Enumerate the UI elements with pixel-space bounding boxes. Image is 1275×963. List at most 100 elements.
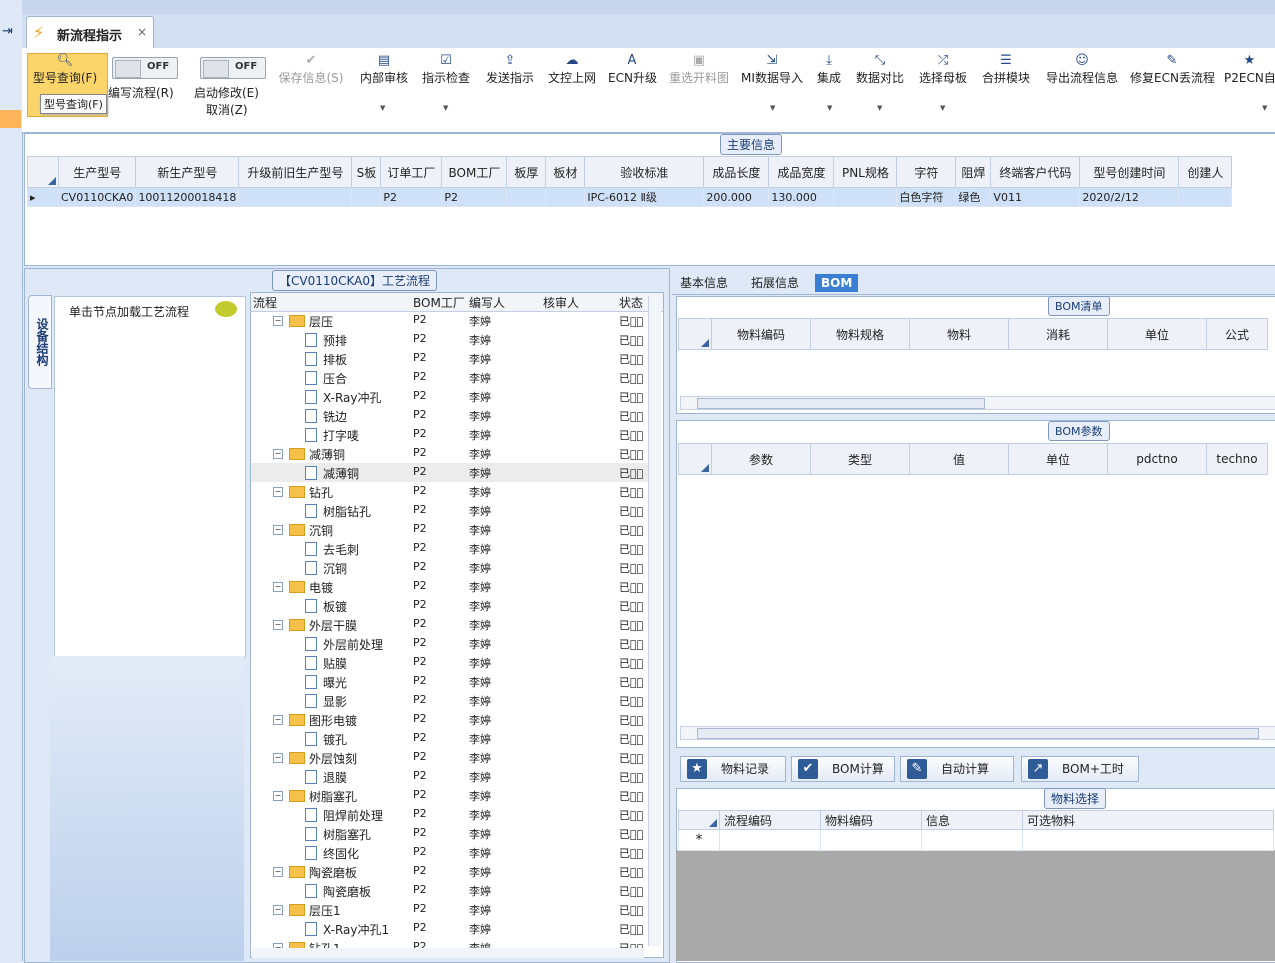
main-grid-header[interactable]: 板材 bbox=[545, 156, 586, 188]
grid-cell[interactable] bbox=[921, 829, 1023, 851]
main-grid-cell[interactable]: P2 bbox=[380, 187, 443, 207]
scroll-thumb[interactable] bbox=[697, 728, 1259, 739]
collapse-icon[interactable]: − bbox=[273, 582, 283, 592]
tree-row[interactable]: − 钻孔 P2 李婷 已编ͯ bbox=[251, 482, 651, 501]
main-grid-cell[interactable] bbox=[238, 187, 353, 207]
tree-row[interactable]: 预排 P2 李婷 已编ͯ bbox=[251, 330, 651, 349]
select-master-button[interactable]: ⤮ 选择母板 bbox=[916, 50, 970, 108]
start-edit-toggle[interactable]: OFF bbox=[200, 57, 266, 79]
main-grid-header[interactable]: S板 bbox=[351, 156, 382, 188]
tree-row[interactable]: 曝光 P2 李婷 已编ͯ bbox=[251, 672, 651, 691]
main-grid-cell[interactable]: 130.000 bbox=[768, 187, 835, 207]
tree-row[interactable]: − 层压1 P2 李婷 已编ͯ bbox=[251, 900, 651, 919]
main-grid-header[interactable]: 创建人 bbox=[1178, 156, 1233, 188]
grid-cell[interactable] bbox=[1022, 829, 1274, 851]
tree-row[interactable]: − 电镀 P2 李婷 已编ͯ bbox=[251, 577, 651, 596]
merge-module-button[interactable]: ☰ 合拼模块 bbox=[980, 50, 1032, 108]
grid-header[interactable]: 物料规格 bbox=[810, 318, 910, 350]
main-grid-cell[interactable]: V011 bbox=[990, 187, 1081, 207]
bom-calc-button[interactable]: ✔ BOM计算 bbox=[791, 756, 895, 782]
tree-row[interactable]: X-Ray冲孔1 P2 李婷 已编ͯ bbox=[251, 919, 651, 938]
internal-review-button[interactable]: ▤ 内部审核 bbox=[358, 50, 410, 108]
tree-vertical-scrollbar[interactable] bbox=[648, 296, 661, 946]
save-info-button[interactable]: ✔ 保存信息(S) bbox=[276, 50, 346, 108]
cancel-label[interactable]: 取消(Z) bbox=[206, 101, 248, 118]
main-grid-header[interactable]: 型号创建时间 bbox=[1079, 156, 1180, 188]
main-grid-cell[interactable] bbox=[506, 187, 547, 207]
tree-row[interactable]: − 减薄铜 P2 李婷 已编ͯ bbox=[251, 444, 651, 463]
tree-row[interactable]: 陶瓷磨板 P2 李婷 已编ͯ bbox=[251, 881, 651, 900]
tree-row[interactable]: − 沉铜 P2 李婷 已编ͯ bbox=[251, 520, 651, 539]
tree-row[interactable]: 镀孔 P2 李婷 已编ͯ bbox=[251, 729, 651, 748]
tree-row[interactable]: 退膜 P2 李婷 已编ͯ bbox=[251, 767, 651, 786]
main-grid-header[interactable]: 订单工厂 bbox=[380, 156, 443, 188]
main-grid-header[interactable]: 终端客户代码 bbox=[990, 156, 1081, 188]
main-grid-header[interactable]: PNL规格 bbox=[833, 156, 898, 188]
main-grid-cell[interactable]: CV0110CKA0 bbox=[57, 187, 137, 207]
tab-basic-info[interactable]: 基本信息 bbox=[674, 274, 734, 292]
tree-row[interactable]: 板镀 P2 李婷 已编ͯ bbox=[251, 596, 651, 615]
tree-row[interactable]: 去毛刺 P2 李婷 已编ͯ bbox=[251, 539, 651, 558]
data-compare-button[interactable]: ⤡ 数据对比 bbox=[854, 50, 906, 108]
chevron-down-icon[interactable]: ▼ bbox=[770, 104, 775, 112]
tree-row[interactable]: 沉铜 P2 李婷 已编ͯ bbox=[251, 558, 651, 577]
grid-cell[interactable] bbox=[820, 829, 922, 851]
grid-corner[interactable] bbox=[27, 156, 59, 188]
tree-row[interactable]: − 树脂塞孔 P2 李婷 已编ͯ bbox=[251, 786, 651, 805]
grid-corner[interactable] bbox=[678, 318, 712, 350]
reselect-drawing-button[interactable]: ▣ 重选开料图 bbox=[666, 50, 732, 108]
tree-row[interactable]: 显影 P2 李婷 已编ͯ bbox=[251, 691, 651, 710]
send-indicator-button[interactable]: ⇪ 发送指示 bbox=[484, 50, 536, 108]
main-grid-cell[interactable]: 10011200018418 bbox=[135, 187, 240, 207]
chevron-down-icon[interactable]: ▼ bbox=[827, 104, 832, 112]
export-flow-button[interactable]: ☺ 导出流程信息 bbox=[1044, 50, 1120, 108]
tab-new-flow-indicator[interactable]: ⚡ 新流程指示 × bbox=[26, 16, 154, 49]
main-grid-cell[interactable]: 2020/2/12 bbox=[1079, 187, 1180, 207]
grid-header[interactable]: 物料编码 bbox=[711, 318, 811, 350]
grid-header[interactable]: 可选物料 bbox=[1022, 810, 1274, 830]
main-grid-cell[interactable]: 白色字符 bbox=[896, 187, 957, 207]
tree-row[interactable]: 铣边 P2 李婷 已编ͯ bbox=[251, 406, 651, 425]
tree-row[interactable]: − 陶瓷磨板 P2 李婷 已编ͯ bbox=[251, 862, 651, 881]
main-grid-header[interactable]: 验收标准 bbox=[584, 156, 705, 188]
tree-row[interactable]: 阻焊前处理 P2 李婷 已编ͯ bbox=[251, 805, 651, 824]
chevron-down-icon[interactable]: ▼ bbox=[940, 104, 945, 112]
main-grid-header[interactable]: 新生产型号 bbox=[135, 156, 240, 188]
grid-header[interactable]: 值 bbox=[909, 443, 1009, 475]
grid-header[interactable]: 消耗 bbox=[1008, 318, 1108, 350]
write-flow-label[interactable]: 编写流程(R) bbox=[108, 84, 174, 101]
bom-hours-button[interactable]: ↗ BOM+工时 bbox=[1021, 756, 1139, 782]
tree-row[interactable]: 终固化 P2 李婷 已编ͯ bbox=[251, 843, 651, 862]
tab-bom[interactable]: BOM bbox=[815, 274, 859, 292]
grid-header[interactable]: 参数 bbox=[711, 443, 811, 475]
tree-row[interactable]: − 外层干膜 P2 李婷 已编ͯ bbox=[251, 615, 651, 634]
main-grid-cell[interactable] bbox=[833, 187, 898, 207]
process-flow-tree[interactable]: 流程 BOM工厂 编写人 核审人 状态 − 层压 P2 李婷 已编ͯ 预排 P2 李婷 已编ͯ 排… bbox=[250, 292, 664, 958]
collapse-icon[interactable]: − bbox=[273, 487, 283, 497]
start-edit-label[interactable]: 启动修改(E) bbox=[194, 84, 259, 101]
main-grid-header[interactable]: 字符 bbox=[896, 156, 957, 188]
tree-row[interactable]: 贴膜 P2 李婷 已编ͯ bbox=[251, 653, 651, 672]
scroll-thumb[interactable] bbox=[697, 398, 985, 409]
grid-header[interactable]: 单位 bbox=[1107, 318, 1207, 350]
bom-params-hscrollbar[interactable] bbox=[680, 726, 1275, 740]
integrate-button[interactable]: ⤓ 集成 bbox=[814, 50, 844, 108]
grid-header[interactable]: pdctno bbox=[1107, 443, 1207, 475]
tab-equipment-structure[interactable]: 设备结构 bbox=[28, 295, 52, 389]
main-grid-header[interactable]: 成品长度 bbox=[703, 156, 770, 188]
tree-row[interactable]: − 图形电镀 P2 李婷 已编ͯ bbox=[251, 710, 651, 729]
grid-header[interactable]: 单位 bbox=[1008, 443, 1108, 475]
main-grid-header[interactable]: 成品宽度 bbox=[768, 156, 835, 188]
indicator-check-button[interactable]: ☑ 指示检查 bbox=[420, 50, 472, 108]
grid-header[interactable]: 流程编码 bbox=[719, 810, 821, 830]
grid-header[interactable]: techno bbox=[1206, 443, 1268, 475]
tree-row[interactable]: 打字唛 P2 李婷 已编ͯ bbox=[251, 425, 651, 444]
grid-header[interactable]: 公式 bbox=[1206, 318, 1268, 350]
tree-horizontal-scrollbar[interactable] bbox=[252, 948, 644, 958]
main-grid-cell[interactable] bbox=[1178, 187, 1233, 207]
tree-row[interactable]: − 层压 P2 李婷 已编ͯ bbox=[251, 311, 651, 330]
chevron-down-icon[interactable]: ▼ bbox=[443, 104, 448, 112]
chevron-down-icon[interactable]: ▼ bbox=[1262, 104, 1267, 112]
tree-row[interactable]: 树脂钻孔 P2 李婷 已编ͯ bbox=[251, 501, 651, 520]
main-grid-header[interactable]: 阻焊 bbox=[955, 156, 992, 188]
